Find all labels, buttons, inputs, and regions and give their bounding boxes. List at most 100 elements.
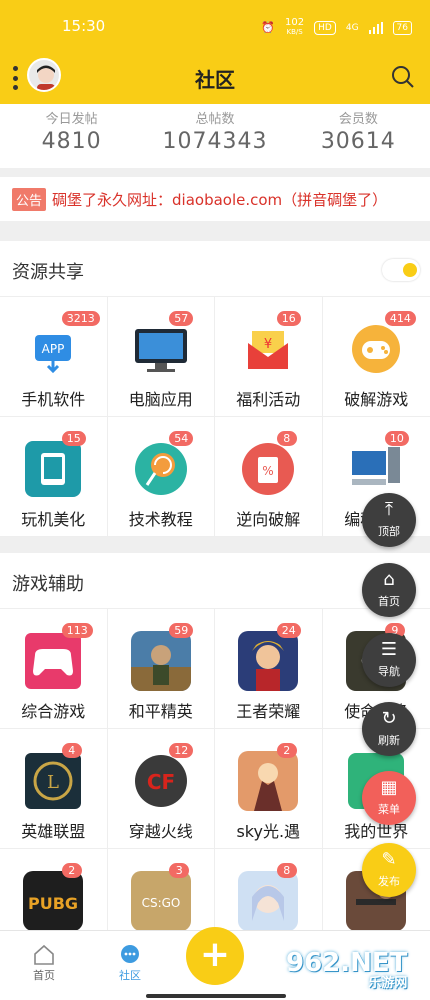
svg-text:PUBG: PUBG [28, 894, 78, 913]
svg-text:%: % [263, 464, 274, 478]
float-button-refresh[interactable]: ↻ 刷新 [362, 702, 416, 756]
search-icon[interactable] [390, 64, 416, 90]
home-icon: ⌂ [383, 569, 395, 590]
list-icon: ☰ [380, 639, 398, 660]
forum-board-item[interactable]: 59 和平精英 [107, 609, 215, 729]
count-badge: 8 [276, 431, 297, 446]
announcement-bar[interactable]: 公告 碉堡了永久网址：diaobaole.com（拼音碉堡了） [0, 177, 430, 221]
anime-girl-icon [238, 871, 299, 931]
section-header-resources: 资源共享 [0, 241, 430, 297]
status-time: 15:30 [62, 17, 106, 35]
status-icons: ⏰ 102 KB/S HD 4G 76 [261, 18, 412, 37]
forum-board-item[interactable]: CF 12 穿越火线 [107, 729, 215, 849]
forum-board-item[interactable]: 57 电脑应用 [107, 297, 215, 417]
nav-home[interactable]: 首页 [14, 943, 74, 983]
forum-board-item[interactable]: % 8 逆向破解 [215, 417, 323, 537]
count-badge: 59 [169, 623, 194, 638]
forum-board-label: 福利活动 [236, 390, 301, 409]
network-type: 4G [345, 22, 359, 33]
section-title: 游戏辅助 [12, 574, 84, 595]
svg-text:APP: APP [42, 342, 65, 356]
announcement-text: 碉堡了永久网址：diaobaole.com（拼音碉堡了） [52, 190, 388, 209]
watermark-logo: 962.NET 乐游网 [286, 948, 408, 991]
count-badge: 10 [384, 431, 409, 446]
sky-icon [238, 751, 299, 811]
forum-board-item[interactable]: 54 技术教程 [107, 417, 215, 537]
alarm-icon: ⏰ [261, 21, 276, 34]
forum-board-item[interactable]: 113 综合游戏 [0, 609, 108, 729]
forum-board-label: 和平精英 [128, 702, 193, 721]
forum-board-label: 电脑应用 [128, 390, 193, 409]
hd-icon: HD [314, 20, 336, 35]
csgo-icon: CS:GO [130, 871, 191, 931]
svg-text:CF: CF [147, 770, 175, 794]
count-badge: 3 [169, 863, 190, 878]
forum-board-item[interactable]: 414 破解游戏 [322, 297, 430, 417]
forum-board-label: 王者荣耀 [236, 702, 301, 721]
home-outline-icon [34, 944, 54, 965]
controller-icon [23, 631, 83, 691]
gesture-bar[interactable] [146, 994, 286, 998]
count-badge: 3213 [61, 311, 100, 326]
float-button-home[interactable]: ⌂ 首页 [362, 563, 416, 617]
app-header: 社区 [0, 52, 430, 104]
count-badge: 414 [384, 311, 416, 326]
forum-board-label: 手机软件 [21, 390, 86, 409]
forum-board-label: 综合游戏 [21, 702, 86, 721]
forum-board-item[interactable]: L 4 英雄联盟 [0, 729, 108, 849]
forum-board-label: 英雄联盟 [21, 822, 86, 841]
pubg-icon: PUBG [23, 871, 84, 931]
count-badge: 113 [61, 623, 93, 638]
forum-board-label: 玩机美化 [21, 510, 86, 529]
forum-board-label: 穿越火线 [128, 822, 193, 841]
page-title: 社区 [195, 68, 235, 92]
float-button-to-top[interactable]: ⤒ 顶部 [362, 493, 416, 547]
monitor-icon [131, 319, 191, 379]
signal-icon [368, 21, 383, 34]
count-badge: 16 [276, 311, 301, 326]
computer-icon [346, 439, 406, 499]
section-title: 资源共享 [12, 262, 84, 283]
nav-community[interactable]: 社区 [100, 943, 160, 983]
forum-board-item[interactable]: APP 3213 手机软件 [0, 297, 108, 417]
forum-board-item[interactable]: 24 王者荣耀 [215, 609, 323, 729]
section-toggle[interactable] [382, 259, 420, 281]
count-badge: 15 [61, 431, 86, 446]
create-post-button[interactable]: + [186, 927, 244, 985]
float-button-label: 发布 [378, 875, 400, 888]
to-top-icon: ⤒ [385, 499, 393, 520]
stat-today-posts: 今日发帖 4810 [41, 112, 102, 154]
forum-board-label: 逆向破解 [236, 510, 301, 529]
app-download-icon: APP [23, 319, 83, 379]
edit-icon: ✎ [381, 849, 397, 870]
svg-text:L: L [47, 772, 59, 793]
float-button-label: 顶部 [378, 525, 400, 538]
float-button-label: 菜单 [378, 803, 400, 816]
forum-board-label: 破解游戏 [344, 390, 409, 409]
float-button-label: 刷新 [378, 734, 400, 747]
status-bar: 15:30 ⏰ 102 KB/S HD 4G 76 [0, 0, 430, 52]
coupon-icon: % [238, 439, 298, 499]
stat-total-posts: 总帖数 1074343 [162, 112, 268, 154]
svg-text:CS:GO: CS:GO [141, 896, 180, 910]
stat-members: 会员数 30614 [320, 112, 396, 154]
float-button-list[interactable]: ☰ 导航 [362, 633, 416, 687]
forum-board-item[interactable]: 15 玩机美化 [0, 417, 108, 537]
crossfire-icon: CF [131, 751, 191, 811]
float-button-menu-grid[interactable]: ▦ 菜单 [362, 771, 416, 825]
gamepad-icon [346, 319, 406, 379]
net-speed: 102 KB/S [285, 17, 305, 37]
float-button-label: 导航 [378, 665, 400, 678]
phone-theme-icon [23, 439, 83, 499]
count-badge: 24 [276, 623, 301, 638]
stats-bar: 今日发帖 4810 总帖数 1074343 会员数 30614 [0, 104, 430, 168]
count-badge: 12 [169, 743, 194, 758]
forum-board-item[interactable]: ¥16 福利活动 [215, 297, 323, 417]
float-button-edit[interactable]: ✎ 发布 [362, 843, 416, 897]
count-badge: 2 [276, 743, 297, 758]
forum-board-item[interactable]: 2 sky光.遇 [215, 729, 323, 849]
red-envelope-icon: ¥ [238, 319, 298, 379]
count-badge: 54 [169, 431, 194, 446]
battery-icon: 76 [392, 20, 412, 35]
refresh-icon: ↻ [381, 708, 397, 729]
